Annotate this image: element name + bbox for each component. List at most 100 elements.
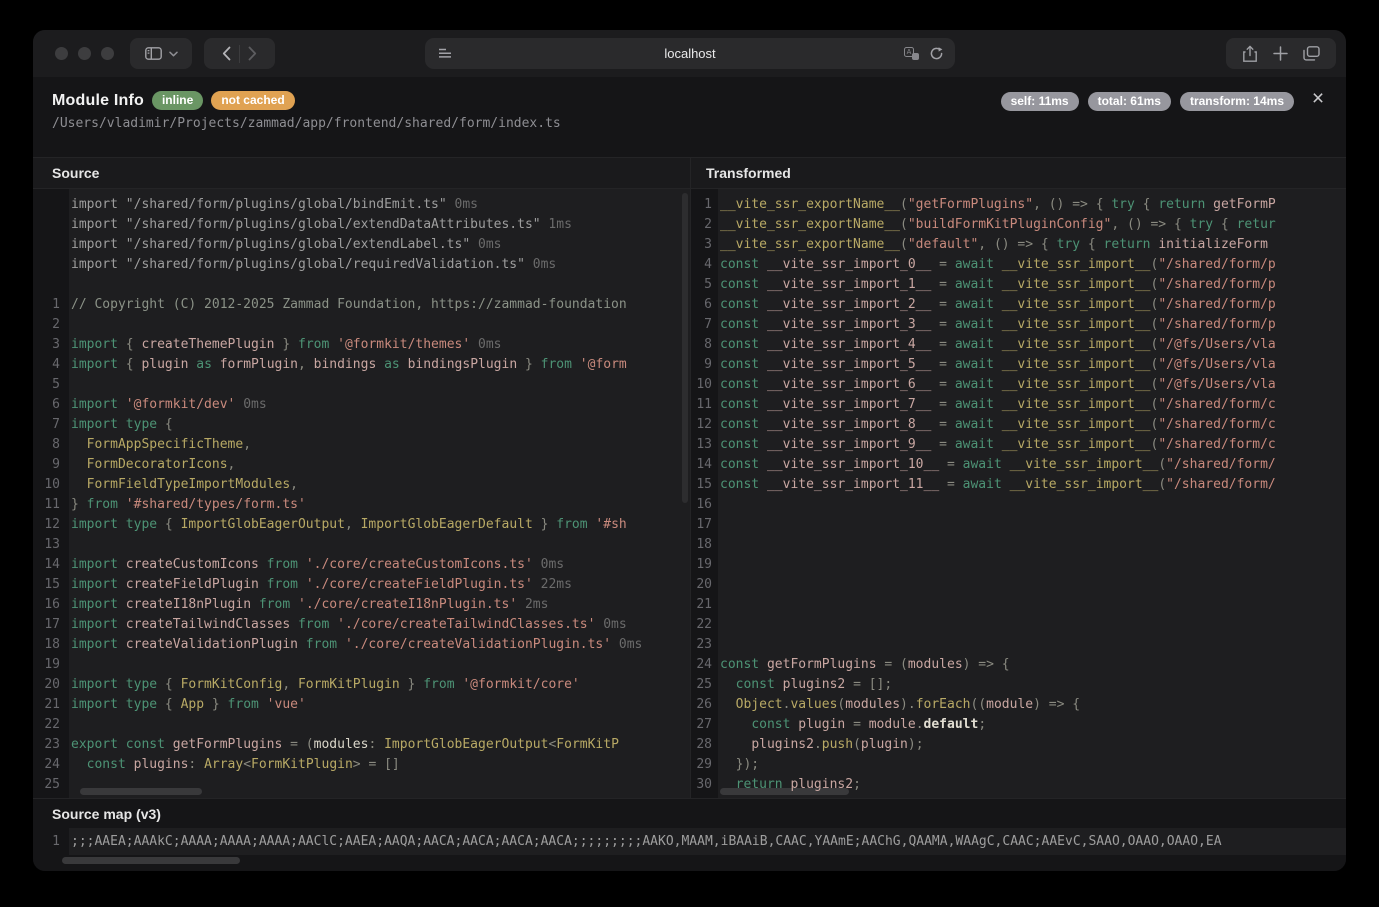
code-line: 27 const plugin = module.default; (691, 715, 1346, 735)
sourcemap-horizontal-scrollbar[interactable] (62, 857, 240, 864)
code-line: 8const __vite_ssr_import_4__ = await __v… (691, 335, 1346, 355)
code-line: 11} from '#shared/types/form.ts' (33, 495, 690, 515)
code-line: 26 Object.values(modules).forEach((modul… (691, 695, 1346, 715)
inline-badge: inline (152, 91, 203, 110)
nav-separator (239, 45, 240, 63)
page-title: Module Info (52, 92, 144, 110)
transformed-panel: Transformed 1__vite_ssr_exportName__("ge… (690, 158, 1346, 798)
code-line: 6import '@formkit/dev' 0ms (33, 395, 690, 415)
url-text: localhost (425, 46, 955, 61)
sourcemap-line: 1 ;;;AAEA;AAAkC;AAAA;AAAA;AAAA;AAClC;AAE… (33, 828, 1346, 855)
code-line: 15import createFieldPlugin from './core/… (33, 575, 690, 595)
code-line: 16 (691, 495, 1346, 515)
sourcemap-title: Source map (v3) (33, 799, 1346, 828)
toolbar-right-buttons (1226, 38, 1336, 69)
code-line: 19 (691, 555, 1346, 575)
code-line: 12import type { ImportGlobEagerOutput, I… (33, 515, 690, 535)
code-line: import "/shared/form/plugins/global/requ… (33, 255, 690, 275)
window-minimize-button[interactable] (78, 47, 91, 60)
traffic-lights (55, 47, 114, 60)
code-line: 22 (33, 715, 690, 735)
code-line: 19 (33, 655, 690, 675)
sourcemap-content: ;;;AAEA;AAAkC;AAAA;AAAA;AAAA;AAClC;AAEA;… (69, 828, 1346, 855)
address-bar[interactable]: localhost A (425, 38, 955, 69)
code-line: 3__vite_ssr_exportName__("default", () =… (691, 235, 1346, 255)
code-line: 23 (691, 635, 1346, 655)
close-button[interactable]: × (1304, 85, 1332, 113)
code-line: 10const __vite_ssr_import_6__ = await __… (691, 375, 1346, 395)
total-time-badge: total: 61ms (1088, 92, 1171, 111)
code-line: 30 return plugins2; (691, 775, 1346, 795)
code-line: 21 (691, 595, 1346, 615)
transform-time-badge: transform: 14ms (1180, 92, 1294, 111)
code-line: 13 (33, 535, 690, 555)
reload-button[interactable] (929, 46, 944, 61)
translate-icon[interactable]: A (904, 47, 919, 60)
not-cached-badge: not cached (211, 91, 294, 110)
chevron-down-icon (169, 51, 178, 57)
sourcemap-section: Source map (v3) 1 ;;;AAEA;AAAkC;AAAA;AAA… (33, 798, 1346, 871)
source-code: import "/shared/form/plugins/global/bind… (33, 189, 690, 798)
browser-toolbar: localhost A (33, 30, 1346, 77)
code-line: 16import createI18nPlugin from './core/c… (33, 595, 690, 615)
code-line: 9 FormDecoratorIcons, (33, 455, 690, 475)
code-line: import "/shared/form/plugins/global/bind… (33, 195, 690, 215)
code-line: 18import createValidationPlugin from './… (33, 635, 690, 655)
code-line: 10 FormFieldTypeImportModules, (33, 475, 690, 495)
code-line: 18 (691, 535, 1346, 555)
code-line: 28 plugins2.push(plugin); (691, 735, 1346, 755)
code-line: 14const __vite_ssr_import_10__ = await _… (691, 455, 1346, 475)
code-line: 4import { plugin as formPlugin, bindings… (33, 355, 690, 375)
new-tab-icon[interactable] (1273, 46, 1288, 61)
code-line: 24 const plugins: Array<FormKitPlugin> =… (33, 755, 690, 775)
source-panel: Source import "/shared/form/plugins/glob… (33, 158, 690, 798)
self-time-badge: self: 11ms (1001, 92, 1079, 111)
code-line: 6const __vite_ssr_import_2__ = await __v… (691, 295, 1346, 315)
window-close-button[interactable] (55, 47, 68, 60)
nav-buttons (204, 38, 275, 69)
code-line: 4const __vite_ssr_import_0__ = await __v… (691, 255, 1346, 275)
code-line: 7import type { (33, 415, 690, 435)
code-line: 25 const plugins2 = []; (691, 675, 1346, 695)
code-line: 2__vite_ssr_exportName__("buildFormKitPl… (691, 215, 1346, 235)
code-line: 2 (33, 315, 690, 335)
code-line: 13const __vite_ssr_import_9__ = await __… (691, 435, 1346, 455)
code-line: 8 FormAppSpecificTheme, (33, 435, 690, 455)
code-line: 20 (691, 575, 1346, 595)
code-line: 17 (691, 515, 1346, 535)
tab-overview-icon[interactable] (1303, 46, 1320, 61)
browser-window: localhost A (33, 30, 1346, 871)
code-line: 23export const getFormPlugins = (modules… (33, 735, 690, 755)
code-line: 5const __vite_ssr_import_1__ = await __v… (691, 275, 1346, 295)
code-line: 21import type { App } from 'vue' (33, 695, 690, 715)
code-line: 24const getFormPlugins = (modules) => { (691, 655, 1346, 675)
code-line: 25 (33, 775, 690, 795)
code-line: 11const __vite_ssr_import_7__ = await __… (691, 395, 1346, 415)
sourcemap-line-number: 1 (33, 828, 69, 855)
forward-button[interactable] (248, 46, 257, 61)
sidebar-toggle-button[interactable] (130, 38, 192, 69)
code-line: 1// Copyright (C) 2012-2025 Zammad Found… (33, 295, 690, 315)
code-line: 9const __vite_ssr_import_5__ = await __v… (691, 355, 1346, 375)
share-icon[interactable] (1242, 45, 1258, 63)
window-zoom-button[interactable] (101, 47, 114, 60)
module-info-header: Module Info inline not cached self: 11ms… (33, 77, 1346, 157)
code-line: 15const __vite_ssr_import_11__ = await _… (691, 475, 1346, 495)
code-line: 14import createCustomIcons from './core/… (33, 555, 690, 575)
code-line: 29 }); (691, 755, 1346, 775)
code-line: 12const __vite_ssr_import_8__ = await __… (691, 415, 1346, 435)
code-line: 1__vite_ssr_exportName__("getFormPlugins… (691, 195, 1346, 215)
code-line: 5 (33, 375, 690, 395)
code-line: 22 (691, 615, 1346, 635)
module-file-path: /Users/vladimir/Projects/zammad/app/fron… (33, 110, 1346, 131)
code-line: import "/shared/form/plugins/global/exte… (33, 235, 690, 255)
code-line: 17import createTailwindClasses from './c… (33, 615, 690, 635)
sidebar-icon (145, 47, 162, 60)
code-line: 7const __vite_ssr_import_3__ = await __v… (691, 315, 1346, 335)
code-line: 20import type { FormKitConfig, FormKitPl… (33, 675, 690, 695)
code-line: 3import { createThemePlugin } from '@for… (33, 335, 690, 355)
transformed-panel-title: Transformed (691, 158, 1346, 189)
back-button[interactable] (222, 46, 231, 61)
code-line (33, 275, 690, 295)
code-panels: Source import "/shared/form/plugins/glob… (33, 157, 1346, 798)
